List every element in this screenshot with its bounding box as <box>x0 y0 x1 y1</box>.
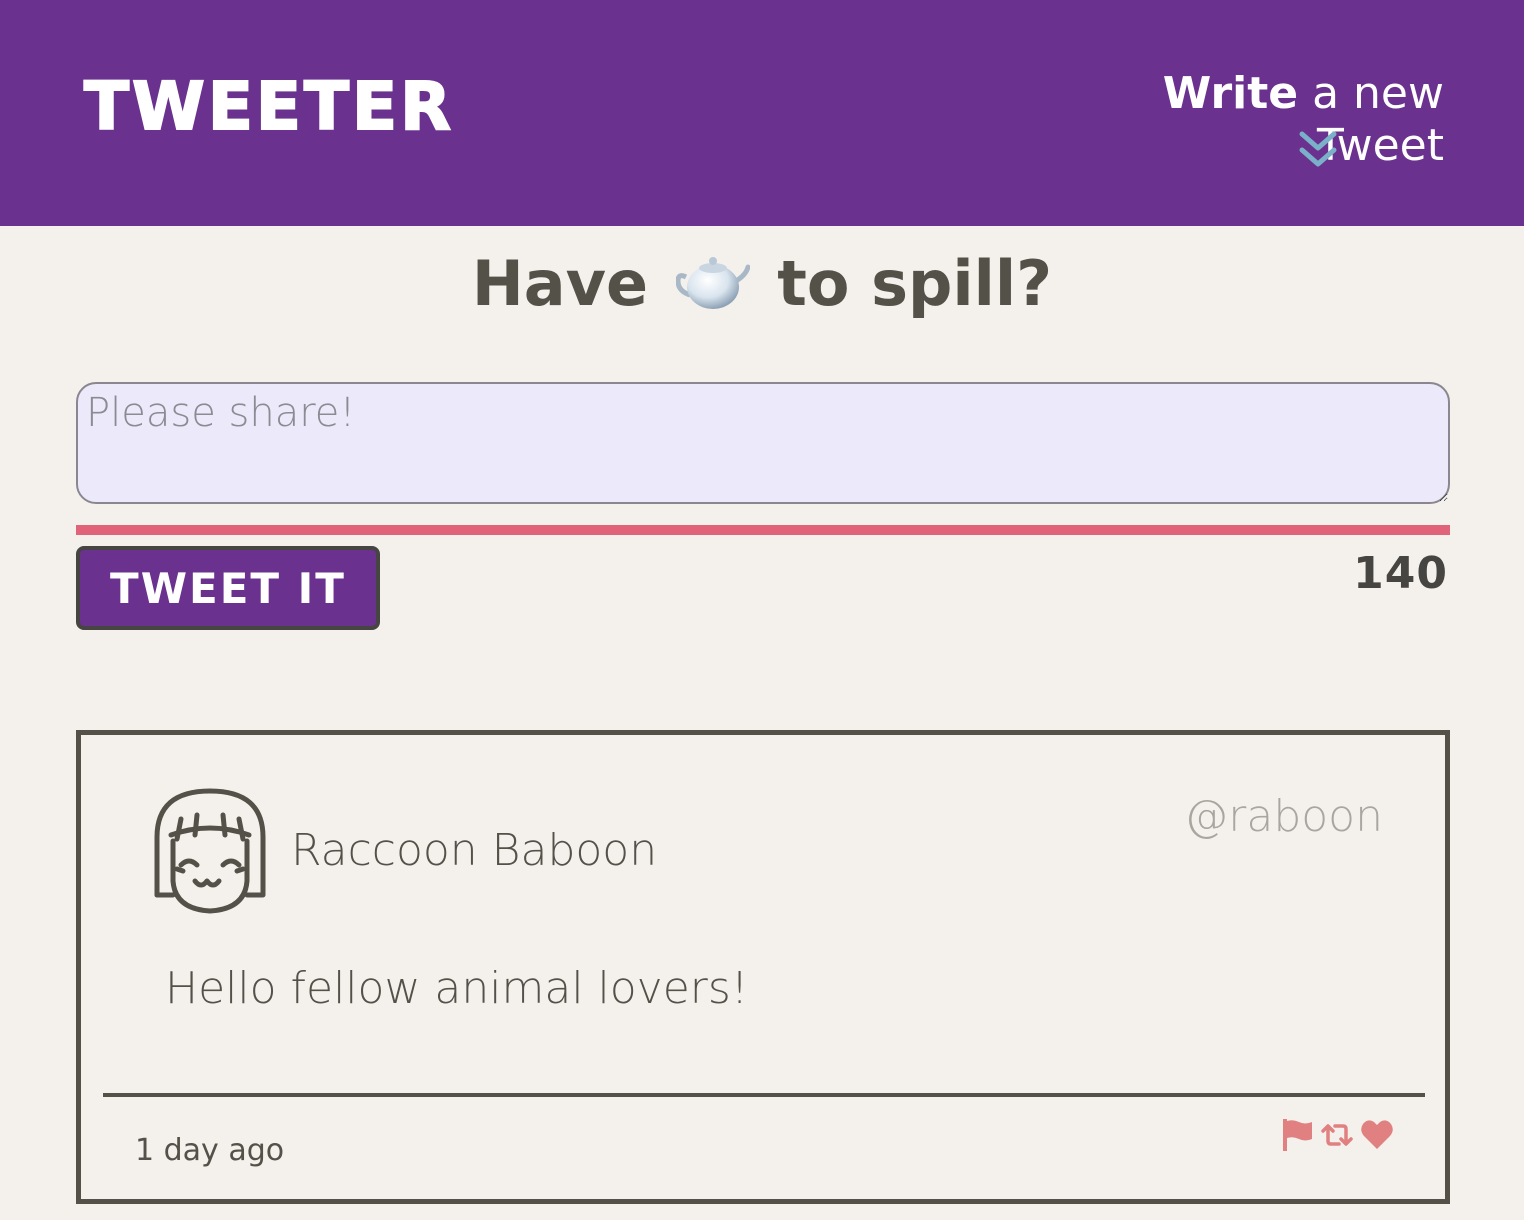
heart-icon[interactable] <box>1359 1117 1395 1153</box>
brand-logo[interactable]: Tweeter <box>83 67 454 146</box>
tweet-author-handle: @raboon <box>1184 791 1383 842</box>
tweet-timestamp: 1 day ago <box>135 1133 285 1168</box>
tweet-footer-divider <box>103 1093 1425 1097</box>
composer-title-before: Have <box>471 247 649 320</box>
girl-face-avatar-icon <box>154 788 266 914</box>
tweet-text-input[interactable] <box>76 382 1450 504</box>
double-chevron-down-icon[interactable] <box>1298 128 1338 170</box>
write-new-tweet-label: Write a new Tweet <box>1064 68 1444 172</box>
retweet-icon[interactable] <box>1319 1117 1355 1153</box>
character-limit-bar <box>76 525 1450 535</box>
write-new-tweet-toggle[interactable]: Write a new Tweet <box>1064 68 1444 172</box>
teapot-icon <box>675 257 750 309</box>
tweet-author-name: Raccoon Baboon <box>291 825 658 876</box>
tweet-it-button[interactable]: Tweet It <box>76 546 380 630</box>
navbar: Tweeter Write a new Tweet <box>0 0 1524 226</box>
character-counter: 140 <box>1353 548 1448 599</box>
tweet-content: Hello fellow animal lovers! <box>165 963 749 1014</box>
tweet-card: Raccoon Baboon @raboon Hello fellow anim… <box>76 730 1450 1204</box>
composer-title: Have to spill? <box>0 244 1524 324</box>
flag-icon[interactable] <box>1279 1117 1315 1153</box>
write-label-bold: Write <box>1162 68 1299 119</box>
composer-title-after: to spill? <box>777 247 1053 320</box>
tweet-actions <box>1279 1117 1395 1153</box>
